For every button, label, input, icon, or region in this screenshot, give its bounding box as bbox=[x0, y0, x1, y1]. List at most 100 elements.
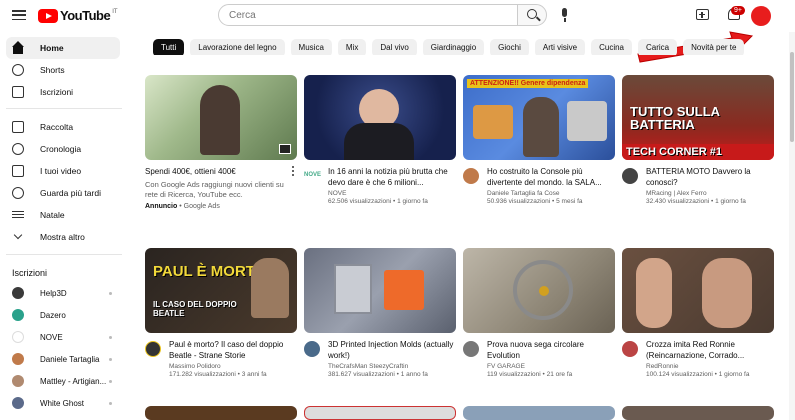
thumbnail-figure bbox=[251, 258, 289, 318]
channel-name[interactable]: NOVE bbox=[328, 190, 456, 197]
chip-all[interactable]: Tutti bbox=[153, 39, 185, 55]
sidebar-item-watch-later[interactable]: Guarda più tardi bbox=[6, 182, 120, 204]
sidebar-item-natale[interactable]: Natale bbox=[6, 204, 120, 226]
channel-avatar[interactable] bbox=[463, 341, 479, 357]
sidebar-item-label: I tuoi video bbox=[40, 166, 82, 176]
video-thumbnail[interactable] bbox=[304, 75, 456, 160]
video-thumbnail[interactable] bbox=[145, 75, 297, 160]
sub-label: Dazero bbox=[40, 310, 66, 320]
thumbnail-figure bbox=[523, 97, 559, 157]
video-thumbnail[interactable] bbox=[304, 248, 456, 333]
video-card[interactable]: ATTENZIONE!! Genere dipendenza Ho costru… bbox=[463, 75, 615, 205]
video-card[interactable]: Crozza imita Red Ronnie (Reincarnazione,… bbox=[622, 248, 774, 378]
channel-name[interactable]: FV GARAGE bbox=[487, 363, 615, 370]
channel-name[interactable]: RedRonnie bbox=[646, 363, 774, 370]
thumbnail-overlay-text: TUTTO SULLA BATTERIA bbox=[630, 104, 720, 132]
scrollbar-thumb[interactable] bbox=[790, 52, 794, 142]
top-bar: YouTube IT 9+ bbox=[0, 0, 795, 32]
video-thumbnail[interactable] bbox=[463, 248, 615, 333]
channel-name[interactable]: MRacing | Alex Ferro bbox=[646, 190, 774, 197]
channel-avatar[interactable] bbox=[622, 341, 638, 357]
thumbnail-object bbox=[567, 101, 607, 141]
chip[interactable]: Dal vivo bbox=[372, 39, 417, 55]
channel-avatar bbox=[12, 331, 24, 343]
chip[interactable]: Carica bbox=[638, 39, 678, 55]
chip[interactable]: Arti visive bbox=[534, 39, 586, 55]
search-icon[interactable] bbox=[517, 4, 547, 26]
video-thumbnail[interactable] bbox=[622, 406, 774, 420]
sidebar-item-show-more[interactable]: Mostra altro bbox=[6, 226, 120, 248]
sidebar-sub-mattley[interactable]: Mattley - Artigian... bbox=[6, 370, 120, 392]
video-title[interactable]: 3D Printed Injection Molds (actually wor… bbox=[328, 339, 456, 361]
thumbnail-figure bbox=[344, 123, 414, 160]
video-thumbnail[interactable]: PAUL È MORTO? IL CASO DEL DOPPIO BEATLE bbox=[145, 248, 297, 333]
sidebar-sub-daniele[interactable]: Daniele Tartaglia bbox=[6, 348, 120, 370]
video-thumbnail[interactable] bbox=[304, 406, 456, 420]
video-card[interactable]: Spendi 400€, ottieni 400€ Con Google Ads… bbox=[145, 75, 297, 210]
sidebar-item-home[interactable]: Home bbox=[6, 37, 120, 59]
new-content-dot bbox=[109, 380, 112, 383]
video-title[interactable]: Paul è morto? Il caso del doppio Beatle … bbox=[169, 339, 297, 361]
video-card[interactable]: 3D Printed Injection Molds (actually wor… bbox=[304, 248, 456, 378]
channel-avatar bbox=[12, 353, 24, 365]
subscriptions-title: Iscrizioni bbox=[12, 268, 48, 278]
sidebar-item-history[interactable]: Cronologia bbox=[6, 138, 120, 160]
channel-name[interactable]: Massimo Polidoro bbox=[169, 363, 297, 370]
video-title[interactable]: Prova nuova sega circolare Evolution bbox=[487, 339, 615, 361]
video-thumbnail[interactable] bbox=[622, 248, 774, 333]
ad-description: Con Google Ads raggiungi nuovi clienti s… bbox=[145, 180, 284, 199]
sub-label: Help3D bbox=[40, 288, 67, 298]
channel-name[interactable]: TheCrafsMan SteezyCraftin bbox=[328, 363, 456, 370]
channel-name[interactable]: Daniele Tartaglia fa Cose bbox=[487, 190, 615, 197]
video-card[interactable]: PAUL È MORTO? IL CASO DEL DOPPIO BEATLE … bbox=[145, 248, 297, 378]
chip[interactable]: Giochi bbox=[490, 39, 529, 55]
logo-text: YouTube bbox=[60, 8, 111, 23]
video-card[interactable]: Prova nuova sega circolare Evolution FV … bbox=[463, 248, 615, 378]
sidebar-item-your-videos[interactable]: I tuoi video bbox=[6, 160, 120, 182]
ad-source: Google Ads bbox=[183, 203, 220, 210]
video-thumbnail[interactable] bbox=[463, 406, 615, 420]
video-title[interactable]: Spendi 400€, ottieni 400€ bbox=[145, 166, 297, 177]
video-title[interactable]: Ho costruito la Console più divertente d… bbox=[487, 166, 615, 188]
sidebar-item-label: Cronologia bbox=[40, 144, 82, 154]
shorts-icon bbox=[12, 64, 24, 76]
channel-avatar[interactable] bbox=[622, 168, 638, 184]
video-thumbnail[interactable]: TUTTO SULLA BATTERIA TECH CORNER #1 bbox=[622, 75, 774, 160]
microphone-icon[interactable] bbox=[556, 6, 574, 24]
chip[interactable]: Mix bbox=[337, 39, 367, 55]
chip[interactable]: Lavorazione del legno bbox=[190, 39, 285, 55]
avatar[interactable] bbox=[751, 6, 771, 26]
chip[interactable]: Musica bbox=[290, 39, 332, 55]
youtube-logo[interactable]: YouTube IT bbox=[38, 8, 118, 23]
sidebar-sub-nove[interactable]: NOVE bbox=[6, 326, 120, 348]
sidebar-item-shorts[interactable]: Shorts bbox=[6, 59, 120, 81]
more-options-icon[interactable] bbox=[292, 166, 295, 177]
create-icon[interactable] bbox=[696, 9, 709, 20]
video-thumbnail[interactable] bbox=[145, 406, 297, 420]
menu-icon[interactable] bbox=[12, 8, 26, 22]
video-card[interactable]: TUTTO SULLA BATTERIA TECH CORNER #1 BATT… bbox=[622, 75, 774, 205]
video-title[interactable]: In 16 anni la notizia più brutta che dev… bbox=[328, 166, 456, 188]
video-title[interactable]: Crozza imita Red Ronnie (Reincarnazione,… bbox=[646, 339, 774, 361]
video-thumbnail[interactable]: ATTENZIONE!! Genere dipendenza bbox=[463, 75, 615, 160]
channel-avatar[interactable] bbox=[304, 341, 320, 357]
chip[interactable]: Cucina bbox=[591, 39, 632, 55]
library-icon bbox=[12, 121, 24, 133]
search-input[interactable] bbox=[218, 4, 518, 26]
channel-avatar[interactable] bbox=[463, 168, 479, 184]
sidebar-item-library[interactable]: Raccolta bbox=[6, 116, 120, 138]
sidebar-sub-help3d[interactable]: Help3D bbox=[6, 282, 120, 304]
channel-avatar[interactable] bbox=[145, 341, 161, 357]
video-card[interactable]: NOVE In 16 anni la notizia più brutta ch… bbox=[304, 75, 456, 205]
sidebar-item-label: Mostra altro bbox=[40, 232, 85, 242]
video-title[interactable]: BATTERIA MOTO Davvero la conosci? bbox=[646, 166, 774, 188]
sidebar-sub-white-ghost[interactable]: White Ghost bbox=[6, 392, 120, 414]
sidebar-sub-dazero[interactable]: Dazero bbox=[6, 304, 120, 326]
chip[interactable]: Giardinaggio bbox=[422, 39, 485, 55]
video-stats: 32.430 visualizzazioni • 1 giorno fa bbox=[646, 198, 746, 205]
video-stats: 100.124 visualizzazioni • 1 giorno fa bbox=[646, 371, 750, 378]
chip[interactable]: Novità per te bbox=[683, 39, 745, 55]
scrollbar[interactable] bbox=[789, 32, 795, 420]
sidebar-item-subscriptions[interactable]: Iscrizioni bbox=[6, 81, 120, 103]
channel-avatar bbox=[12, 375, 24, 387]
